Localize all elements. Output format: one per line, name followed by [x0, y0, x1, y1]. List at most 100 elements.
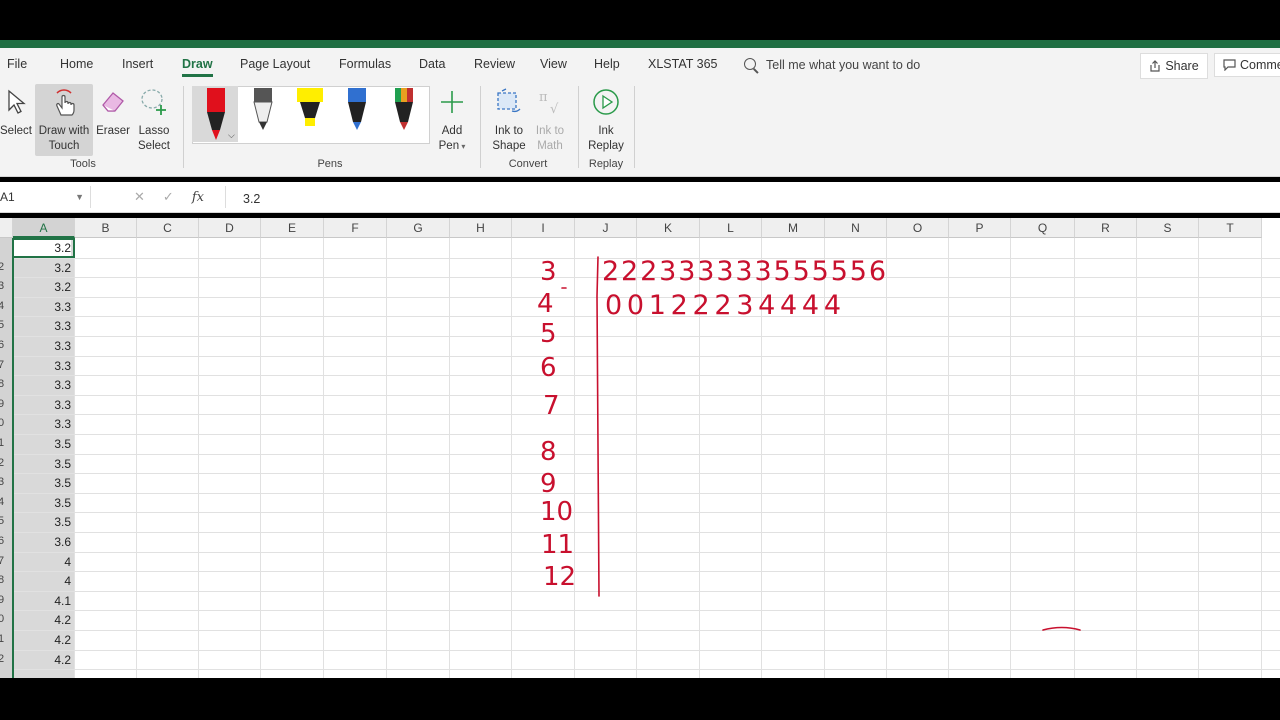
group-separator — [183, 86, 184, 168]
bottom-black-bar — [0, 678, 1280, 720]
comments-label: Comme — [1240, 58, 1280, 72]
ink-dash-stroke — [1042, 626, 1081, 631]
replay-icon — [593, 89, 619, 115]
select-tool-button[interactable]: Select — [0, 84, 32, 139]
draw-with-touch-label-2: Touch — [48, 140, 80, 152]
select-label: Select — [0, 125, 32, 137]
lasso-select-button[interactable]: Lasso Select — [134, 84, 174, 154]
formula-input[interactable]: 3.2 — [243, 192, 260, 206]
ink-to-shape-label-1: Ink to — [494, 125, 524, 137]
svg-text:√: √ — [550, 102, 559, 117]
draw-with-touch-button[interactable]: Draw with Touch — [35, 84, 93, 156]
tab-insert[interactable]: Insert — [122, 57, 153, 71]
share-label: Share — [1165, 59, 1199, 73]
leaves-row-4: 00122234444 — [605, 290, 841, 321]
pen-blue[interactable] — [345, 88, 369, 135]
pen-galaxy[interactable] — [392, 88, 416, 135]
ink-to-math-label-1: Ink to — [535, 125, 565, 137]
share-icon — [1150, 60, 1160, 72]
ink-to-shape-button[interactable]: Ink to Shape — [488, 84, 530, 154]
yellow-highlighter-icon — [297, 88, 323, 126]
galaxy-pen-icon — [395, 88, 413, 130]
eraser-icon — [102, 92, 124, 112]
tell-me-text: Tell me what you want to do — [766, 58, 921, 72]
chevron-down-icon[interactable]: ▼ — [75, 186, 84, 208]
chevron-down-icon: ▾ — [459, 142, 466, 151]
leaves-row-3: 222333333555556 — [602, 256, 886, 287]
tab-help[interactable]: Help — [594, 57, 620, 71]
tab-draw[interactable]: Draw — [182, 57, 213, 77]
lasso-label-1: Lasso — [138, 125, 170, 137]
tab-file[interactable]: File — [7, 57, 27, 71]
ink-replay-button[interactable]: Ink Replay — [584, 84, 628, 154]
cursor-arrow-icon — [8, 89, 26, 114]
formula-bar-buttons: ✕ ✓ fx — [124, 186, 226, 208]
cancel-icon[interactable]: ✕ — [134, 189, 145, 205]
tab-formulas[interactable]: Formulas — [339, 57, 391, 71]
formula-bar: A1 ▼ ✕ ✓ fx 3.2 — [0, 182, 1280, 213]
ink-to-shape-icon — [497, 88, 521, 113]
tools-group-label: Tools — [70, 158, 96, 170]
comments-button[interactable]: Comme — [1214, 53, 1280, 77]
tab-home[interactable]: Home — [60, 57, 93, 71]
lasso-icon — [141, 89, 166, 115]
replay-group-label: Replay — [588, 158, 624, 170]
draw-ribbon: Select Draw with Touch Eraser Lasso Sele… — [0, 80, 1280, 177]
stem-label: 4 — [537, 289, 554, 319]
lasso-label-2: Select — [138, 140, 170, 152]
stem-label: 8 — [540, 437, 557, 467]
convert-group-label: Convert — [508, 158, 548, 170]
share-button[interactable]: Share — [1140, 53, 1208, 79]
pens-group-label: Pens — [317, 158, 343, 170]
touch-hand-icon — [56, 89, 75, 116]
insert-function-icon[interactable]: fx — [192, 190, 204, 205]
ink-replay-label-2: Replay — [588, 140, 624, 152]
ribbon-tab-bar: File Home Insert Draw Page Layout Formul… — [0, 48, 1280, 80]
search-icon — [744, 58, 756, 70]
eraser-label: Eraser — [96, 125, 130, 137]
tab-data[interactable]: Data — [419, 57, 445, 71]
tab-review[interactable]: Review — [474, 57, 515, 71]
group-separator — [480, 86, 481, 168]
tell-me-search[interactable]: Tell me what you want to do — [744, 57, 920, 72]
eraser-button[interactable]: Eraser — [94, 84, 132, 139]
group-separator — [634, 86, 635, 168]
pen-red[interactable] — [204, 88, 228, 145]
svg-text:π: π — [539, 90, 548, 105]
stem-label: 6 — [540, 353, 557, 383]
ink-to-shape-label-2: Shape — [492, 140, 526, 152]
stem-label: 5 — [540, 319, 557, 349]
add-pen-label-2: Pen — [438, 140, 460, 152]
stem-label: 7 — [543, 391, 560, 421]
tab-page-layout[interactable]: Page Layout — [240, 57, 310, 71]
pen-yellow-highlighter[interactable] — [296, 88, 324, 135]
name-box-value: A1 — [0, 190, 15, 204]
ink-to-math-button[interactable]: π √ Ink to Math — [530, 84, 570, 154]
draw-with-touch-label-1: Draw with — [38, 125, 90, 137]
stem-label: 12 — [543, 562, 576, 592]
plus-icon — [441, 91, 463, 113]
stem-label: 3 — [540, 257, 557, 287]
ink-replay-label-1: Ink — [598, 125, 614, 137]
add-pen-button[interactable]: Add Pen ▾ — [436, 84, 468, 154]
comment-icon — [1223, 59, 1236, 71]
worksheet-grid[interactable]: 234567890123456789012 ABCDEFGHIJKLMNOPQR… — [0, 218, 1280, 678]
red-pen-icon — [207, 88, 225, 140]
stem-divider-line — [596, 256, 600, 597]
gray-pencil-icon — [253, 88, 273, 130]
stem-label: 11 — [541, 530, 574, 560]
enter-icon[interactable]: ✓ — [163, 189, 174, 205]
stem-label: 10 — [540, 497, 573, 527]
blue-pen-icon — [348, 88, 366, 130]
pen-gray[interactable] — [251, 88, 275, 135]
tab-view[interactable]: View — [540, 57, 567, 71]
title-bar-dark — [0, 0, 1280, 40]
add-pen-label-1: Add — [441, 125, 463, 137]
ink-to-math-label-2: Math — [537, 140, 563, 152]
ink-annotations: 345 6 7 89101112 222333333555556 0012223444… — [537, 256, 1081, 631]
tab-xlstat[interactable]: XLSTAT 365 — [648, 57, 717, 71]
group-separator — [578, 86, 579, 168]
excel-brand-bar — [0, 40, 1280, 48]
name-box[interactable]: A1 ▼ — [0, 186, 91, 208]
pen-dropdown-chevron-icon[interactable]: ⌵ — [228, 130, 235, 141]
